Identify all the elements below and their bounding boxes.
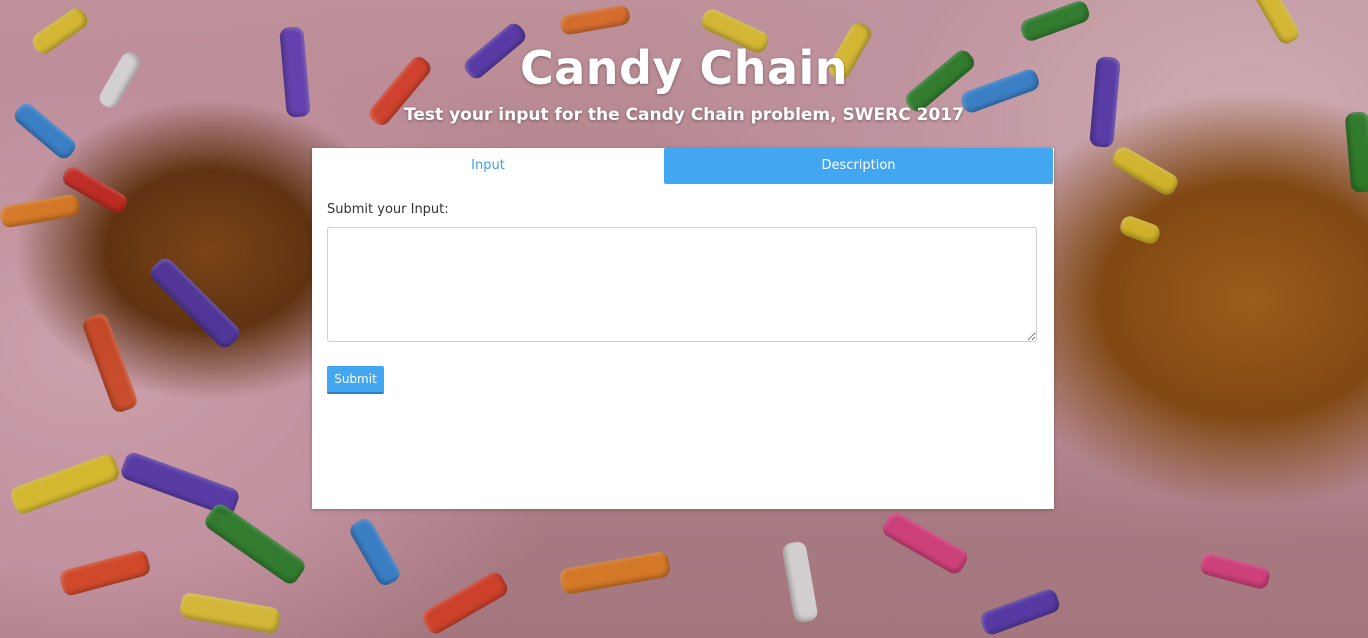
page-subtitle: Test your input for the Candy Chain prob… bbox=[404, 105, 964, 125]
page-header: Candy Chain Test your input for the Cand… bbox=[0, 38, 1368, 126]
input-label: Submit your Input: bbox=[327, 202, 449, 217]
tab-input[interactable]: Input bbox=[312, 148, 664, 184]
tab-description[interactable]: Description bbox=[664, 148, 1053, 184]
page: Candy Chain Test your input for the Cand… bbox=[0, 0, 1368, 638]
page-title: Candy Chain bbox=[519, 41, 849, 95]
submit-button[interactable]: Submit bbox=[327, 366, 384, 394]
main-card: Input Description Submit your Input: Sub… bbox=[312, 148, 1054, 509]
tab-bar: Input Description bbox=[312, 148, 1054, 184]
input-textarea[interactable] bbox=[327, 227, 1037, 342]
